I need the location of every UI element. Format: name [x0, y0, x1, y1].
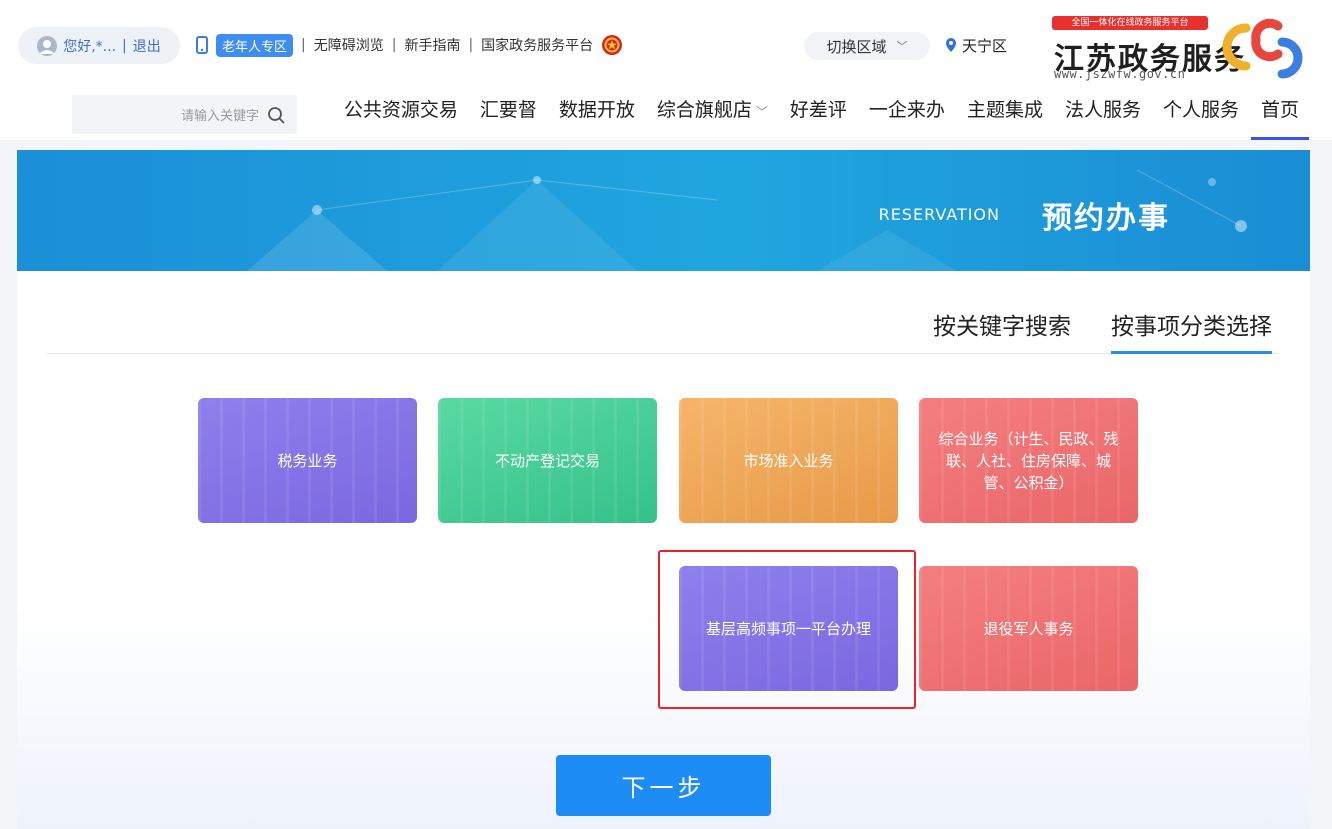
divider: |: [391, 37, 397, 53]
site-header: 全国一体化在线政务服务平台 江苏政务服务 www.jszwfw.gov.cn 天…: [0, 0, 1332, 140]
next-step-button[interactable]: 下一步: [556, 755, 771, 816]
card-veterans-affairs[interactable]: 退役军人事务: [919, 566, 1138, 691]
card-label: 税务业务: [277, 451, 338, 470]
divider: |: [122, 37, 127, 54]
divider: |: [468, 37, 474, 53]
nav-item-home[interactable]: 首页: [1250, 93, 1310, 140]
search-input[interactable]: 请输入关键字: [72, 95, 297, 134]
site-logo[interactable]: 全国一体化在线政务服务平台 江苏政务服务 www.jszwfw.gov.cn: [1052, 14, 1314, 81]
logout-link[interactable]: 退出: [133, 36, 161, 56]
search-placeholder: 请输入关键字: [180, 109, 259, 124]
nav-item-open-data[interactable]: 数据开放: [548, 93, 646, 140]
banner-title: 预约办事: [1042, 201, 1170, 236]
chevron-down-icon: ﹀: [755, 105, 768, 119]
logo-badge: 全国一体化在线政务服务平台: [1052, 16, 1208, 30]
card-label: 市场准入业务: [743, 451, 834, 470]
nav-item-flagship[interactable]: 综合旗舰店 ﹀: [646, 93, 779, 140]
nav-item-enterprise[interactable]: 一企来办: [858, 93, 956, 140]
divider: |: [301, 37, 306, 53]
chevron-down-icon: ﹀: [896, 40, 908, 53]
card-real-estate[interactable]: 不动产登记交易: [438, 398, 657, 523]
user-menu[interactable]: 您好,*... | 退出: [18, 27, 180, 64]
card-label: 不动产登记交易: [494, 451, 600, 470]
avatar[interactable]: [37, 35, 58, 56]
newbie-guide-link[interactable]: 新手指南: [404, 35, 460, 55]
reservation-panel: 按事项分类选择 按关键字搜索 综合业务（计生、民政、残联、人社、住房保障、城管、…: [17, 271, 1310, 829]
logo-mark-icon: [1222, 18, 1303, 79]
card-market-access[interactable]: 市场准入业务: [679, 398, 898, 523]
card-label: 退役军人事务: [983, 619, 1074, 638]
user-greeting[interactable]: 您好,*...: [63, 36, 116, 56]
card-label: 综合业务（计生、民政、残联、人社、住房保障、城管、公积金）: [938, 429, 1119, 492]
search-icon[interactable]: [267, 106, 285, 124]
top-links: 老年人专区 | 无障碍浏览 | 新手指南 | 国家政务服务平台: [196, 32, 623, 58]
region-switch-button[interactable]: 切换区域 ﹀: [804, 32, 930, 60]
card-tax[interactable]: 税务业务: [198, 398, 417, 523]
banner-subtitle: RESERVATION: [878, 205, 1000, 224]
logo-url: www.jszwfw.gov.cn: [1054, 67, 1186, 81]
nav-item-personal[interactable]: 个人服务: [1152, 93, 1250, 140]
page-banner: 预约办事 RESERVATION: [17, 150, 1310, 271]
nav-item-topics[interactable]: 主题集成: [956, 93, 1054, 140]
national-emblem-icon: [602, 35, 623, 55]
card-grassroots-platform[interactable]: 基层高频事项一平台办理: [679, 566, 898, 691]
elder-zone-link[interactable]: 老年人专区: [216, 33, 294, 57]
nav-item-public-resource[interactable]: 公共资源交易: [333, 93, 469, 140]
nav-item-rating[interactable]: 好差评: [779, 93, 858, 140]
tab-by-category[interactable]: 按事项分类选择: [1111, 307, 1272, 354]
national-platform-link[interactable]: 国家政务服务平台: [481, 35, 593, 55]
nav-item-corporate[interactable]: 法人服务: [1054, 93, 1152, 140]
card-comprehensive-business[interactable]: 综合业务（计生、民政、残联、人社、住房保障、城管、公积金）: [919, 398, 1138, 523]
accessible-browsing-link[interactable]: 无障碍浏览: [314, 35, 384, 55]
card-label: 基层高频事项一平台办理: [705, 619, 871, 638]
location-pin-icon: [946, 38, 956, 52]
tab-by-keyword[interactable]: 按关键字搜索: [933, 307, 1071, 354]
selection-tabs: 按事项分类选择 按关键字搜索: [47, 297, 1279, 354]
current-location[interactable]: 天宁区: [946, 32, 1007, 58]
main-nav: 首页 个人服务 法人服务 主题集成 一企来办 好差评 综合旗舰店 ﹀ 数据开放 汇…: [320, 93, 1310, 140]
region-switch-label: 切换区域: [826, 37, 887, 56]
nav-item-supervision[interactable]: 汇要督: [469, 93, 548, 140]
mobile-phone-icon[interactable]: [196, 36, 208, 54]
location-label: 天宁区: [962, 36, 1008, 55]
